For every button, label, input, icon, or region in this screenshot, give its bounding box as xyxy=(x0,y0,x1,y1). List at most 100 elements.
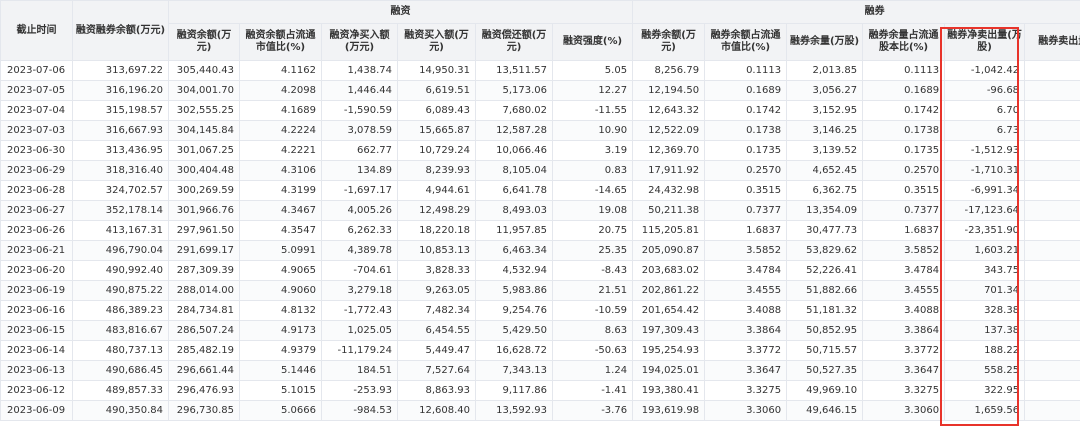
column-header[interactable]: 融资净买入额(万元) xyxy=(321,23,398,61)
table-cell: 662.77 xyxy=(321,140,398,161)
table-cell: 3.3647 xyxy=(704,360,788,381)
table-cell: 1.6837 xyxy=(862,220,946,241)
table-cell: 4.2224 xyxy=(239,120,322,141)
table-row[interactable]: 2023-06-30 313,436.95 301,067.25 4.2221 662.… xyxy=(0,140,1080,161)
table-cell-date: 2023-06-14 xyxy=(0,340,73,361)
table-row[interactable]: 2023-07-06 313,697.22 305,440.43 4.1162 1,43… xyxy=(0,60,1080,81)
table-cell: 12.27 xyxy=(551,80,634,101)
table-cell: 313,697.22 xyxy=(72,60,169,81)
table-cell-date: 2023-06-12 xyxy=(0,380,73,401)
table-row[interactable]: 2023-06-20 490,992.40 287,309.39 4.9065 -704… xyxy=(0,260,1080,281)
table-cell: 6,454.55 xyxy=(397,320,476,341)
table-cell: 137.38 xyxy=(944,320,1026,341)
table-row[interactable]: 2023-06-13 490,686.45 296,661.44 5.1446 184.… xyxy=(0,360,1080,381)
table-cell: 287,309.39 xyxy=(168,260,240,281)
table-cell: 10.90 xyxy=(551,120,634,141)
table-cell: 3.5852 xyxy=(704,240,788,261)
table-cell: 203,683.02 xyxy=(632,260,706,281)
table-row[interactable]: 2023-06-29 318,316.40 300,404.48 4.3106 134.… xyxy=(0,160,1080,181)
table-row[interactable]: 2023-06-21 496,790.04 291,699.17 5.0991 4,38… xyxy=(0,240,1080,261)
column-header[interactable]: 融资余额占流通市值比(%) xyxy=(239,23,322,61)
column-header[interactable]: 融券余额占流通市值比(%) xyxy=(704,23,788,61)
table-cell: 285,482.19 xyxy=(168,340,240,361)
table-cell: 489,857.33 xyxy=(72,380,169,401)
table-cell: 301,966.76 xyxy=(168,200,240,221)
table-cell: 115,205.81 xyxy=(632,220,706,241)
table-cell: 300,269.59 xyxy=(168,180,240,201)
table-cell: 3.3275 xyxy=(862,380,946,401)
table-row[interactable]: 2023-06-19 490,875.22 288,014.00 4.9060 3,27… xyxy=(0,280,1080,301)
table-cell-date: 2023-06-21 xyxy=(0,240,73,261)
table-cell: 4.3547 xyxy=(239,220,322,241)
table-cell: -6,991.34 xyxy=(944,180,1026,201)
table-row[interactable]: 2023-06-09 490,350.84 296,730.85 5.0666 -984… xyxy=(0,400,1080,421)
table-cell: 0.1735 xyxy=(862,140,946,161)
column-header[interactable]: 融资买入额(万元) xyxy=(397,23,476,61)
table-cell: 3,078.59 xyxy=(321,120,398,141)
table-cell: 193,380.41 xyxy=(632,380,706,401)
column-header[interactable]: 融资余额(万元) xyxy=(168,23,240,61)
table-cell: 3,139.52 xyxy=(786,140,864,161)
table-cell: -14.65 xyxy=(551,180,634,201)
table-cell: 4,944.61 xyxy=(397,180,476,201)
column-header[interactable]: 融券净卖出量(万股) xyxy=(944,23,1026,61)
table-row[interactable]: 2023-06-27 352,178.14 301,966.76 4.3467 4,00… xyxy=(0,200,1080,221)
table-cell: 4.2221 xyxy=(239,140,322,161)
table-cell: 1,438.74 xyxy=(321,60,398,81)
header-total-balance[interactable]: 融资融券余额(万元) xyxy=(72,0,169,61)
table-cell: -1,042.42 xyxy=(944,60,1026,81)
table-row[interactable]: 2023-06-16 486,389.23 284,734.81 4.8132 -1,7… xyxy=(0,300,1080,321)
table-cell: 5.1015 xyxy=(239,380,322,401)
table-row[interactable]: 2023-06-28 324,702.57 300,269.59 4.3199 -1,6… xyxy=(0,180,1080,201)
table-cell: 4.8132 xyxy=(239,300,322,321)
header-date[interactable]: 截止时间 xyxy=(0,0,73,61)
column-header[interactable]: 融券余量占流通股本比(%) xyxy=(862,23,946,61)
table-cell: 0.3515 xyxy=(862,180,946,201)
table-cell: 2,013.85 xyxy=(786,60,864,81)
table-cell: 352,178.14 xyxy=(72,200,169,221)
table-cell: 413,167.31 xyxy=(72,220,169,241)
table-cell: 24,432.98 xyxy=(632,180,706,201)
table-cell: 50,211.38 xyxy=(632,200,706,221)
table-row[interactable]: 2023-07-05 316,196.20 304,001.70 4.2098 1,44… xyxy=(0,80,1080,101)
table-cell: 193,619.98 xyxy=(632,400,706,421)
table-cell: 12,643.32 xyxy=(632,100,706,121)
table-cell: 51,882.66 xyxy=(786,280,864,301)
table-cell: 328.38 xyxy=(944,300,1026,321)
table-row[interactable]: 2023-07-04 315,198.57 302,555.25 4.1689 -1,5… xyxy=(0,100,1080,121)
table-cell: 9,254.76 xyxy=(475,300,553,321)
table-cell: -96.68 xyxy=(944,80,1026,101)
table-cell: 490,686.45 xyxy=(72,360,169,381)
table-cell: 49,969.10 xyxy=(786,380,864,401)
table-cell-date: 2023-06-30 xyxy=(0,140,73,161)
table-cell: 13,511.57 xyxy=(475,60,553,81)
table-row[interactable]: 2023-07-03 316,667.93 304,145.84 4.2224 3,07… xyxy=(0,120,1080,141)
table-cell: 3.5852 xyxy=(862,240,946,261)
table-cell: 194,025.01 xyxy=(632,360,706,381)
table-cell: 302,555.25 xyxy=(168,100,240,121)
column-header[interactable]: 融券余额(万元) xyxy=(632,23,706,61)
table-cell: 300,404.48 xyxy=(168,160,240,181)
table-cell: 51,181.32 xyxy=(786,300,864,321)
table-cell: 1,21 xyxy=(1024,300,1080,321)
table-cell: 10,066.46 xyxy=(475,140,553,161)
table-row[interactable]: 2023-06-26 413,167.31 297,961.50 4.3547 6,26… xyxy=(0,220,1080,241)
table-cell: 5,983.86 xyxy=(475,280,553,301)
column-header[interactable]: 融券余量(万股) xyxy=(786,23,864,61)
table-row[interactable]: 2023-06-14 480,737.13 285,482.19 4.9379 -11,… xyxy=(0,340,1080,361)
column-header[interactable]: 融资偿还额(万元) xyxy=(475,23,553,61)
table-cell: 50,852.95 xyxy=(786,320,864,341)
table-row[interactable]: 2023-06-12 489,857.33 296,476.93 5.1015 -253… xyxy=(0,380,1080,401)
table-cell: 0.1735 xyxy=(704,140,788,161)
table-cell: 0.1738 xyxy=(704,120,788,141)
table-cell: 4,652.45 xyxy=(786,160,864,181)
data-table-view: 截止时间 融资融券余额(万元) 融资 融券 融资余额(万元) 融资余额占流通市值比… xyxy=(0,0,1080,429)
table-cell: -253.93 xyxy=(321,380,398,401)
table-row[interactable]: 2023-06-15 483,816.67 286,507.24 4.9173 1,02… xyxy=(0,320,1080,341)
table-cell-date: 2023-06-28 xyxy=(0,180,73,201)
table-cell: 284,734.81 xyxy=(168,300,240,321)
table-cell: 0.3515 xyxy=(704,180,788,201)
table-cell: 11,957.85 xyxy=(475,220,553,241)
column-header[interactable]: 融券卖出量(万 xyxy=(1024,23,1080,61)
column-header[interactable]: 融资强度(%) xyxy=(551,23,634,61)
